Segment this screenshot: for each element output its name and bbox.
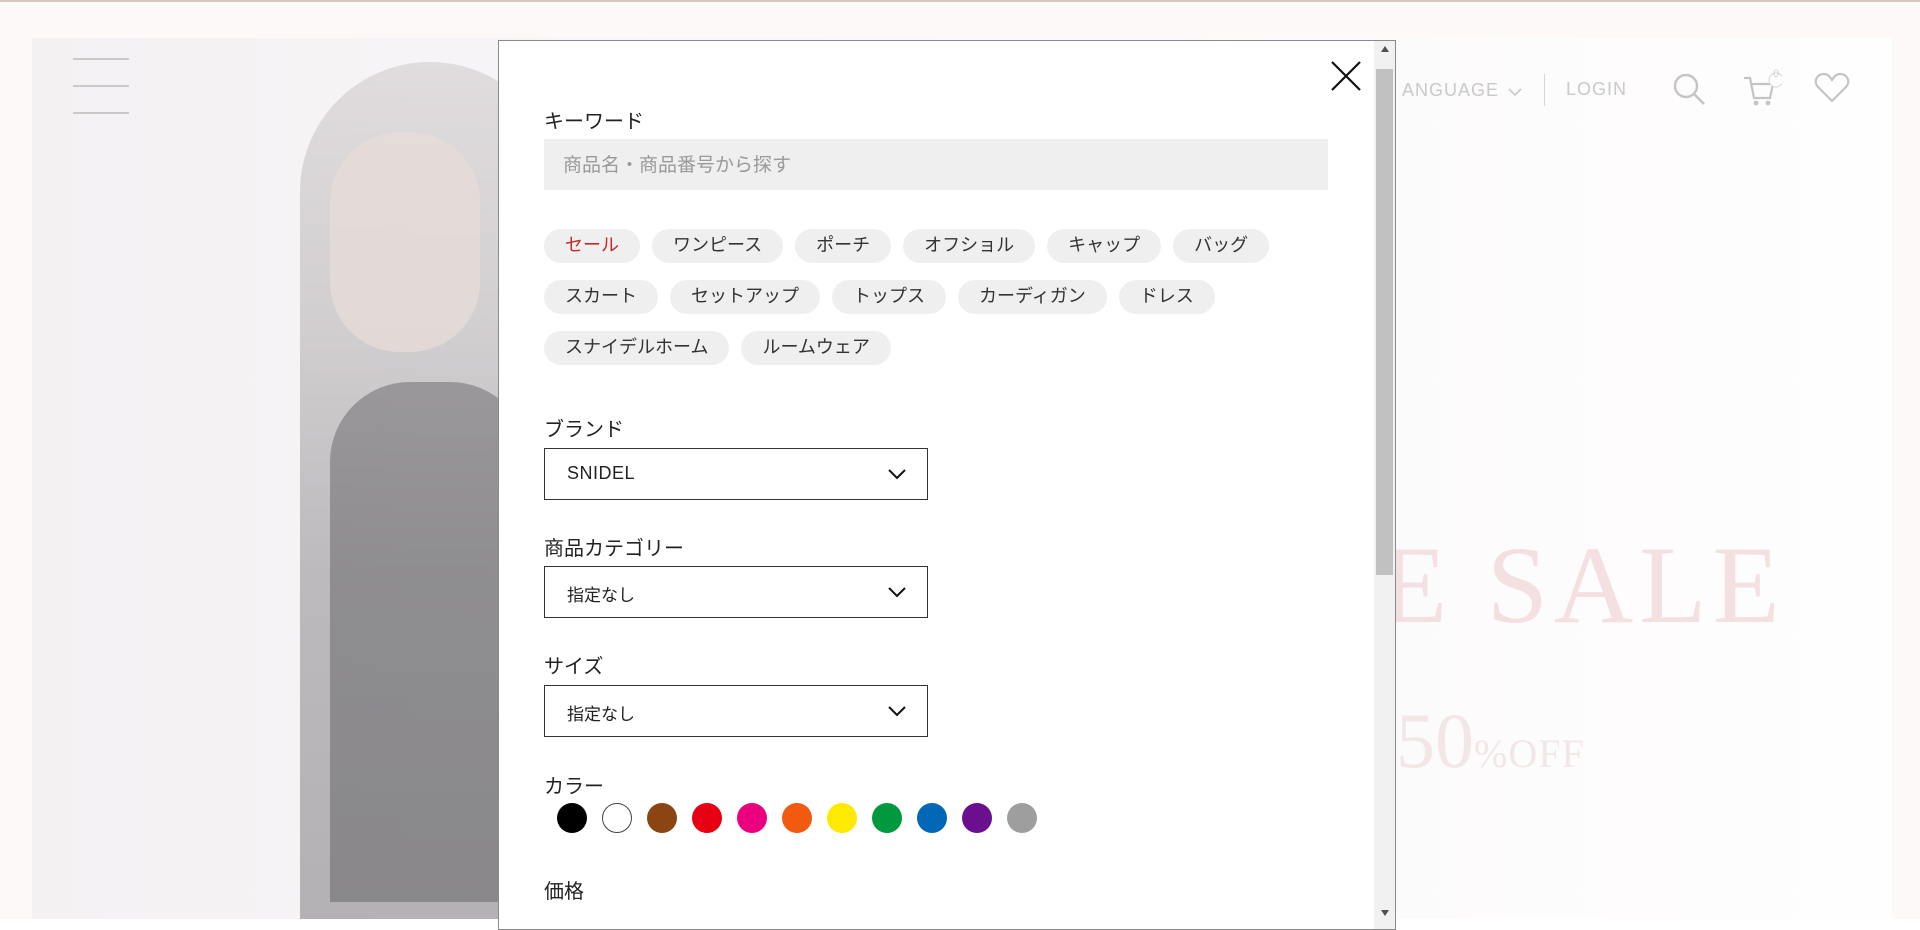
price-label: 価格 (544, 879, 584, 903)
color-swatch[interactable] (962, 803, 992, 833)
tag-cardigan[interactable]: カーディガン (958, 280, 1107, 314)
chevron-down-icon (1508, 82, 1522, 101)
hero-off-unit: %OFF (1474, 731, 1585, 776)
color-swatch[interactable] (917, 803, 947, 833)
brand-label: ブランド (544, 417, 624, 441)
color-swatch[interactable] (557, 803, 587, 833)
tag-onepiece[interactable]: ワンピース (652, 229, 784, 263)
color-swatch[interactable] (1007, 803, 1037, 833)
size-select-value: 指定なし (567, 705, 635, 725)
chevron-down-icon (887, 703, 907, 722)
tag-snidel-home[interactable]: スナイデルホーム (544, 331, 730, 365)
tag-row-2: スカート セットアップ トップス カーディガン ドレス (544, 280, 1215, 314)
close-icon[interactable] (1329, 59, 1363, 93)
modal-scrollbar[interactable] (1374, 41, 1395, 929)
heart-icon[interactable] (1814, 72, 1850, 108)
category-select[interactable]: 指定なし (544, 566, 928, 618)
color-swatch[interactable] (872, 803, 902, 833)
chevron-down-icon (887, 584, 907, 603)
tag-tops[interactable]: トップス (832, 280, 946, 314)
category-label: 商品カテゴリー (544, 536, 684, 560)
tag-setup[interactable]: セットアップ (670, 280, 820, 314)
category-select-value: 指定なし (567, 586, 635, 606)
color-swatch-list (557, 803, 1037, 833)
tag-row-3: スナイデルホーム ルームウェア (544, 331, 891, 365)
brand-select-value: SNIDEL (567, 463, 636, 483)
tag-offshoulder[interactable]: オフショル (903, 229, 1036, 263)
color-swatch[interactable] (647, 803, 677, 833)
size-label: サイズ (544, 654, 604, 678)
color-swatch[interactable] (782, 803, 812, 833)
tag-bag[interactable]: バッグ (1173, 229, 1270, 263)
tag-sale[interactable]: セール (544, 229, 640, 263)
tag-row-1: セール ワンピース ポーチ オフショル キャップ バッグ (544, 229, 1270, 263)
hero-sale-title: E SALE (1380, 524, 1786, 646)
color-swatch[interactable] (827, 803, 857, 833)
hero-off-label: 50%OFF (1396, 702, 1585, 780)
tag-roomwear[interactable]: ルームウェア (741, 331, 891, 365)
tag-pouch[interactable]: ポーチ (795, 229, 892, 263)
cart-count-badge: 0 (1773, 68, 1780, 80)
hero-off-number: 50 (1396, 697, 1474, 784)
hero-model-face (330, 132, 480, 352)
keyword-label: キーワード (544, 109, 644, 133)
color-label: カラー (544, 774, 604, 798)
size-select[interactable]: 指定なし (544, 685, 928, 737)
tag-skirt[interactable]: スカート (544, 280, 658, 314)
hamburger-menu-icon[interactable] (73, 58, 129, 116)
tag-cap[interactable]: キャップ (1047, 229, 1162, 263)
scroll-up-arrow-icon[interactable] (1374, 41, 1395, 57)
color-swatch[interactable] (692, 803, 722, 833)
login-link[interactable]: LOGIN (1566, 79, 1627, 100)
chevron-down-icon (887, 466, 907, 485)
tag-dress[interactable]: ドレス (1118, 280, 1215, 314)
language-selector[interactable]: ANGUAGE (1402, 80, 1499, 101)
keyword-search-input[interactable] (544, 139, 1328, 190)
brand-select[interactable]: SNIDEL (544, 448, 928, 500)
header-divider (1544, 74, 1545, 106)
color-swatch[interactable] (602, 803, 632, 833)
scrollbar-thumb[interactable] (1376, 69, 1393, 575)
color-swatch[interactable] (737, 803, 767, 833)
search-modal: キーワード セール ワンピース ポーチ オフショル キャップ バッグ スカート … (498, 40, 1396, 930)
search-icon[interactable] (1672, 72, 1706, 110)
